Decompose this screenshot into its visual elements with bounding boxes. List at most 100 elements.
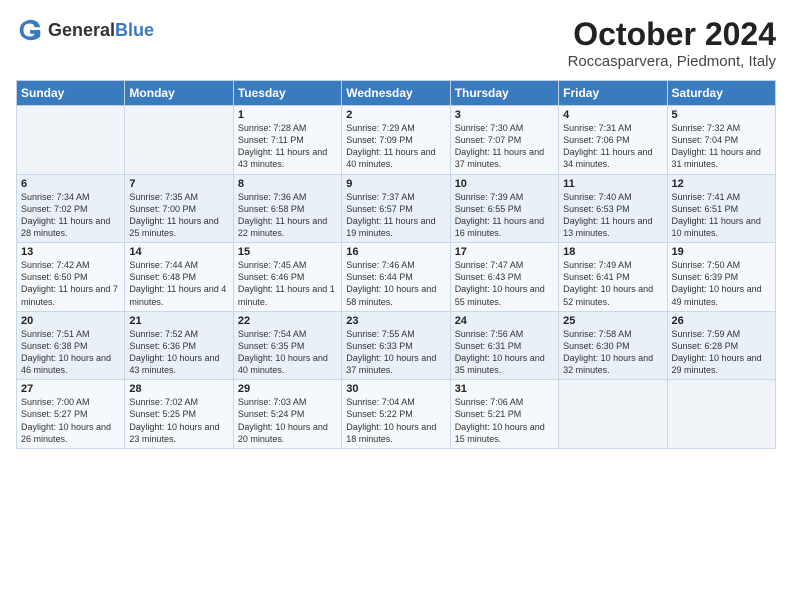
header-monday: Monday: [125, 81, 233, 106]
day-info: Sunrise: 7:55 AM Sunset: 6:33 PM Dayligh…: [346, 328, 445, 377]
day-info: Sunrise: 7:49 AM Sunset: 6:41 PM Dayligh…: [563, 259, 662, 308]
calendar-week-row: 1Sunrise: 7:28 AM Sunset: 7:11 PM Daylig…: [17, 106, 776, 175]
calendar-header-row: Sunday Monday Tuesday Wednesday Thursday…: [17, 81, 776, 106]
table-row: 15Sunrise: 7:45 AM Sunset: 6:46 PM Dayli…: [233, 243, 341, 312]
day-info: Sunrise: 7:02 AM Sunset: 5:25 PM Dayligh…: [129, 396, 228, 445]
page-header: GeneralBlue October 2024 Roccasparvera, …: [16, 16, 776, 70]
day-info: Sunrise: 7:30 AM Sunset: 7:07 PM Dayligh…: [455, 122, 554, 171]
day-info: Sunrise: 7:46 AM Sunset: 6:44 PM Dayligh…: [346, 259, 445, 308]
day-info: Sunrise: 7:52 AM Sunset: 6:36 PM Dayligh…: [129, 328, 228, 377]
day-number: 6: [21, 178, 120, 190]
table-row: 16Sunrise: 7:46 AM Sunset: 6:44 PM Dayli…: [342, 243, 450, 312]
day-number: 3: [455, 109, 554, 121]
day-info: Sunrise: 7:50 AM Sunset: 6:39 PM Dayligh…: [672, 259, 771, 308]
day-number: 30: [346, 383, 445, 395]
calendar-week-row: 6Sunrise: 7:34 AM Sunset: 7:02 PM Daylig…: [17, 174, 776, 243]
table-row: 28Sunrise: 7:02 AM Sunset: 5:25 PM Dayli…: [125, 380, 233, 449]
header-saturday: Saturday: [667, 81, 775, 106]
day-number: 13: [21, 246, 120, 258]
calendar-week-row: 20Sunrise: 7:51 AM Sunset: 6:38 PM Dayli…: [17, 311, 776, 380]
table-row: 31Sunrise: 7:06 AM Sunset: 5:21 PM Dayli…: [450, 380, 558, 449]
day-number: 19: [672, 246, 771, 258]
day-number: 9: [346, 178, 445, 190]
day-info: Sunrise: 7:54 AM Sunset: 6:35 PM Dayligh…: [238, 328, 337, 377]
table-row: 18Sunrise: 7:49 AM Sunset: 6:41 PM Dayli…: [559, 243, 667, 312]
header-tuesday: Tuesday: [233, 81, 341, 106]
table-row: [667, 380, 775, 449]
day-number: 24: [455, 315, 554, 327]
table-row: [17, 106, 125, 175]
day-info: Sunrise: 7:04 AM Sunset: 5:22 PM Dayligh…: [346, 396, 445, 445]
table-row: 30Sunrise: 7:04 AM Sunset: 5:22 PM Dayli…: [342, 380, 450, 449]
table-row: 2Sunrise: 7:29 AM Sunset: 7:09 PM Daylig…: [342, 106, 450, 175]
day-info: Sunrise: 7:51 AM Sunset: 6:38 PM Dayligh…: [21, 328, 120, 377]
table-row: 23Sunrise: 7:55 AM Sunset: 6:33 PM Dayli…: [342, 311, 450, 380]
day-info: Sunrise: 7:56 AM Sunset: 6:31 PM Dayligh…: [455, 328, 554, 377]
day-number: 12: [672, 178, 771, 190]
day-number: 22: [238, 315, 337, 327]
table-row: 10Sunrise: 7:39 AM Sunset: 6:55 PM Dayli…: [450, 174, 558, 243]
title-block: October 2024 Roccasparvera, Piedmont, It…: [568, 16, 776, 70]
day-info: Sunrise: 7:00 AM Sunset: 5:27 PM Dayligh…: [21, 396, 120, 445]
day-info: Sunrise: 7:47 AM Sunset: 6:43 PM Dayligh…: [455, 259, 554, 308]
table-row: 8Sunrise: 7:36 AM Sunset: 6:58 PM Daylig…: [233, 174, 341, 243]
table-row: 5Sunrise: 7:32 AM Sunset: 7:04 PM Daylig…: [667, 106, 775, 175]
day-info: Sunrise: 7:06 AM Sunset: 5:21 PM Dayligh…: [455, 396, 554, 445]
table-row: [125, 106, 233, 175]
day-number: 7: [129, 178, 228, 190]
table-row: 29Sunrise: 7:03 AM Sunset: 5:24 PM Dayli…: [233, 380, 341, 449]
day-number: 18: [563, 246, 662, 258]
day-number: 5: [672, 109, 771, 121]
table-row: 27Sunrise: 7:00 AM Sunset: 5:27 PM Dayli…: [17, 380, 125, 449]
day-number: 15: [238, 246, 337, 258]
table-row: 4Sunrise: 7:31 AM Sunset: 7:06 PM Daylig…: [559, 106, 667, 175]
logo-blue: Blue: [115, 20, 154, 40]
table-row: 26Sunrise: 7:59 AM Sunset: 6:28 PM Dayli…: [667, 311, 775, 380]
header-sunday: Sunday: [17, 81, 125, 106]
month-title: October 2024: [568, 16, 776, 53]
table-row: [559, 380, 667, 449]
day-info: Sunrise: 7:37 AM Sunset: 6:57 PM Dayligh…: [346, 191, 445, 240]
day-number: 31: [455, 383, 554, 395]
table-row: 25Sunrise: 7:58 AM Sunset: 6:30 PM Dayli…: [559, 311, 667, 380]
day-number: 21: [129, 315, 228, 327]
day-number: 10: [455, 178, 554, 190]
day-info: Sunrise: 7:34 AM Sunset: 7:02 PM Dayligh…: [21, 191, 120, 240]
day-number: 29: [238, 383, 337, 395]
day-number: 8: [238, 178, 337, 190]
day-info: Sunrise: 7:41 AM Sunset: 6:51 PM Dayligh…: [672, 191, 771, 240]
day-number: 28: [129, 383, 228, 395]
table-row: 19Sunrise: 7:50 AM Sunset: 6:39 PM Dayli…: [667, 243, 775, 312]
day-number: 23: [346, 315, 445, 327]
table-row: 7Sunrise: 7:35 AM Sunset: 7:00 PM Daylig…: [125, 174, 233, 243]
header-friday: Friday: [559, 81, 667, 106]
day-number: 14: [129, 246, 228, 258]
day-info: Sunrise: 7:35 AM Sunset: 7:00 PM Dayligh…: [129, 191, 228, 240]
day-number: 25: [563, 315, 662, 327]
table-row: 11Sunrise: 7:40 AM Sunset: 6:53 PM Dayli…: [559, 174, 667, 243]
table-row: 13Sunrise: 7:42 AM Sunset: 6:50 PM Dayli…: [17, 243, 125, 312]
logo-general: General: [48, 20, 115, 40]
day-info: Sunrise: 7:32 AM Sunset: 7:04 PM Dayligh…: [672, 122, 771, 171]
logo-icon: [16, 16, 44, 44]
day-info: Sunrise: 7:59 AM Sunset: 6:28 PM Dayligh…: [672, 328, 771, 377]
calendar-week-row: 27Sunrise: 7:00 AM Sunset: 5:27 PM Dayli…: [17, 380, 776, 449]
day-number: 26: [672, 315, 771, 327]
logo-text: GeneralBlue: [48, 20, 154, 41]
day-info: Sunrise: 7:36 AM Sunset: 6:58 PM Dayligh…: [238, 191, 337, 240]
calendar-table: Sunday Monday Tuesday Wednesday Thursday…: [16, 80, 776, 449]
day-info: Sunrise: 7:28 AM Sunset: 7:11 PM Dayligh…: [238, 122, 337, 171]
day-info: Sunrise: 7:44 AM Sunset: 6:48 PM Dayligh…: [129, 259, 228, 308]
day-info: Sunrise: 7:31 AM Sunset: 7:06 PM Dayligh…: [563, 122, 662, 171]
day-info: Sunrise: 7:03 AM Sunset: 5:24 PM Dayligh…: [238, 396, 337, 445]
table-row: 6Sunrise: 7:34 AM Sunset: 7:02 PM Daylig…: [17, 174, 125, 243]
header-thursday: Thursday: [450, 81, 558, 106]
calendar-week-row: 13Sunrise: 7:42 AM Sunset: 6:50 PM Dayli…: [17, 243, 776, 312]
table-row: 20Sunrise: 7:51 AM Sunset: 6:38 PM Dayli…: [17, 311, 125, 380]
table-row: 21Sunrise: 7:52 AM Sunset: 6:36 PM Dayli…: [125, 311, 233, 380]
table-row: 14Sunrise: 7:44 AM Sunset: 6:48 PM Dayli…: [125, 243, 233, 312]
table-row: 22Sunrise: 7:54 AM Sunset: 6:35 PM Dayli…: [233, 311, 341, 380]
table-row: 12Sunrise: 7:41 AM Sunset: 6:51 PM Dayli…: [667, 174, 775, 243]
table-row: 17Sunrise: 7:47 AM Sunset: 6:43 PM Dayli…: [450, 243, 558, 312]
table-row: 24Sunrise: 7:56 AM Sunset: 6:31 PM Dayli…: [450, 311, 558, 380]
